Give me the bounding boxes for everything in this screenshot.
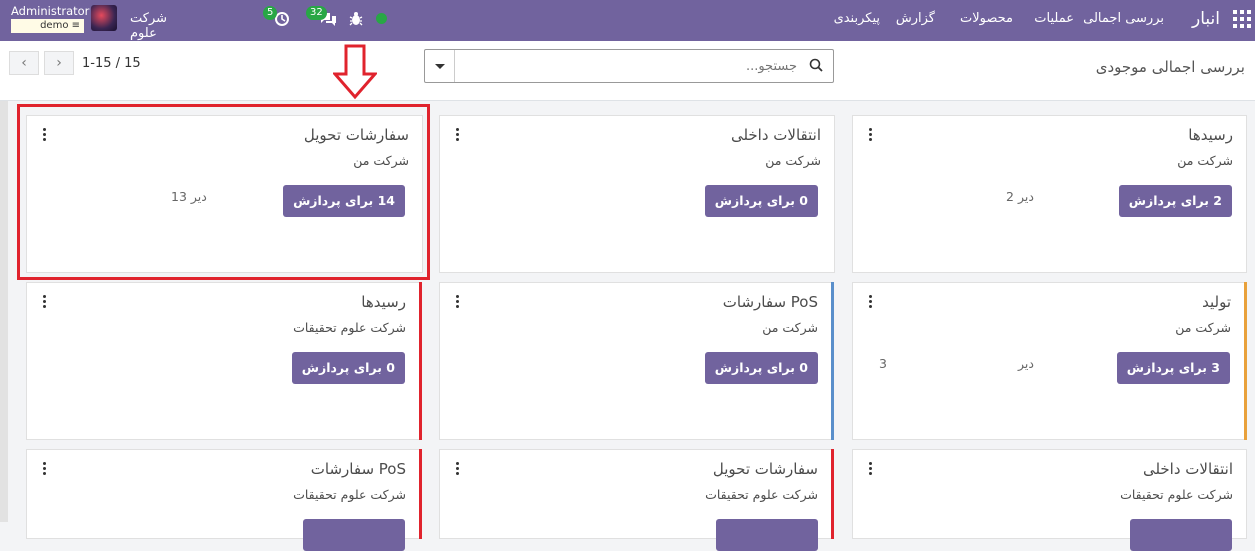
card-subtitle: شرکت من xyxy=(1177,153,1233,168)
card-subtitle: شرکت من xyxy=(762,320,818,335)
card-menu-icon[interactable] xyxy=(869,295,873,309)
color-stripe xyxy=(831,282,834,440)
card-menu-icon[interactable] xyxy=(456,462,460,476)
to-process-button[interactable]: 0 برای پردازش xyxy=(704,185,818,217)
color-stripe xyxy=(419,282,422,440)
search-options-dropdown[interactable] xyxy=(425,50,455,82)
card-menu-icon[interactable] xyxy=(43,462,47,476)
card-title[interactable]: سفارشات تحویل xyxy=(713,460,818,478)
to-process-button[interactable] xyxy=(303,519,405,551)
kanban-card[interactable]: انتقالات داخلی شرکت من 0 برای پردازش xyxy=(439,115,835,273)
pager-value[interactable]: 1-15 / 15 xyxy=(82,56,141,71)
annotation-highlight-box xyxy=(17,104,430,280)
kanban-card[interactable]: سفارشات PoS شرکت علوم تحقیقات xyxy=(26,449,422,551)
menu-configuration[interactable]: پیکربندی xyxy=(834,11,880,26)
user-name: Administrator xyxy=(11,4,90,18)
card-title[interactable]: سفارشات PoS xyxy=(723,293,818,311)
color-stripe xyxy=(831,449,834,539)
kanban-card[interactable]: انتقالات داخلی شرکت علوم تحقیقات xyxy=(852,449,1247,551)
kanban-card[interactable]: رسیدها شرکت من 2 برای پردازش 2 دیر xyxy=(852,115,1247,273)
card-menu-icon[interactable] xyxy=(869,128,873,142)
card-menu-icon[interactable] xyxy=(456,295,460,309)
menu-operations[interactable]: عملیات xyxy=(1034,11,1074,26)
card-title[interactable]: تولید xyxy=(1202,293,1231,311)
page-title: بررسی اجمالی موجودی xyxy=(1095,58,1245,76)
control-panel: بررسی اجمالی موجودی 1-15 / 15 ‹ › xyxy=(0,41,1255,101)
top-navbar: انبار بررسی اجمالی عملیات محصولات گزارش … xyxy=(0,0,1255,56)
messages-badge: 32 xyxy=(306,6,327,20)
search-input[interactable] xyxy=(457,55,797,77)
search-bar xyxy=(424,49,834,83)
menu-overview[interactable]: بررسی اجمالی xyxy=(1083,11,1164,26)
user-menu[interactable]: Administrator demo ≡ xyxy=(11,4,90,33)
kanban-card[interactable]: سفارشات PoS شرکت من 0 برای پردازش xyxy=(439,282,834,440)
card-subtitle: شرکت علوم تحقیقات xyxy=(705,487,818,502)
company-logo xyxy=(91,5,117,31)
menu-reporting[interactable]: گزارش xyxy=(896,11,935,26)
to-process-button[interactable] xyxy=(1130,519,1232,551)
to-process-button[interactable]: 0 برای پردازش xyxy=(704,352,818,384)
apps-menu-icon[interactable] xyxy=(1233,10,1251,28)
card-subtitle: شرکت من xyxy=(1175,320,1231,335)
pager-previous-button[interactable]: ‹ xyxy=(9,51,39,75)
pager-next-button[interactable]: › xyxy=(44,51,74,75)
card-title[interactable]: رسیدها xyxy=(361,293,406,311)
card-menu-icon[interactable] xyxy=(869,462,873,476)
card-title[interactable]: سفارشات PoS xyxy=(311,460,406,478)
color-stripe xyxy=(419,449,422,539)
card-menu-icon[interactable] xyxy=(43,295,47,309)
menu-products[interactable]: محصولات xyxy=(960,11,1013,26)
to-process-button[interactable] xyxy=(716,519,818,551)
annotation-arrow-icon xyxy=(333,44,377,100)
bug-icon[interactable] xyxy=(349,11,363,27)
vertical-scrollbar[interactable] xyxy=(0,101,8,522)
card-subtitle: شرکت علوم تحقیقات xyxy=(293,320,406,335)
card-subtitle: شرکت من xyxy=(765,153,821,168)
card-menu-icon[interactable] xyxy=(456,128,460,142)
app-brand[interactable]: انبار xyxy=(1192,9,1220,29)
presence-status-icon xyxy=(376,13,387,24)
database-label: demo ≡ xyxy=(11,19,84,33)
kanban-view: رسیدها شرکت من 2 برای پردازش 2 دیر انتقا… xyxy=(0,101,1255,551)
kanban-card[interactable]: تولید شرکت من 3 برای پردازش دیر 3 xyxy=(852,282,1247,440)
card-title[interactable]: انتقالات داخلی xyxy=(731,126,821,144)
color-stripe xyxy=(1244,282,1247,440)
late-label[interactable]: دیر xyxy=(1018,356,1034,371)
card-title[interactable]: رسیدها xyxy=(1188,126,1233,144)
kanban-card[interactable]: سفارشات تحویل شرکت علوم تحقیقات xyxy=(439,449,834,551)
late-count[interactable]: 3 xyxy=(879,356,887,371)
to-process-button[interactable]: 3 برای پردازش xyxy=(1116,352,1230,384)
kanban-card[interactable]: رسیدها شرکت علوم تحقیقات 0 برای پردازش xyxy=(26,282,422,440)
to-process-button[interactable]: 2 برای پردازش xyxy=(1118,185,1232,217)
card-subtitle: شرکت علوم تحقیقات xyxy=(293,487,406,502)
card-title[interactable]: انتقالات داخلی xyxy=(1143,460,1233,478)
late-count[interactable]: 2 دیر xyxy=(1006,189,1034,204)
search-icon[interactable] xyxy=(809,58,823,72)
card-subtitle: شرکت علوم تحقیقات xyxy=(1120,487,1233,502)
to-process-button[interactable]: 0 برای پردازش xyxy=(291,352,405,384)
